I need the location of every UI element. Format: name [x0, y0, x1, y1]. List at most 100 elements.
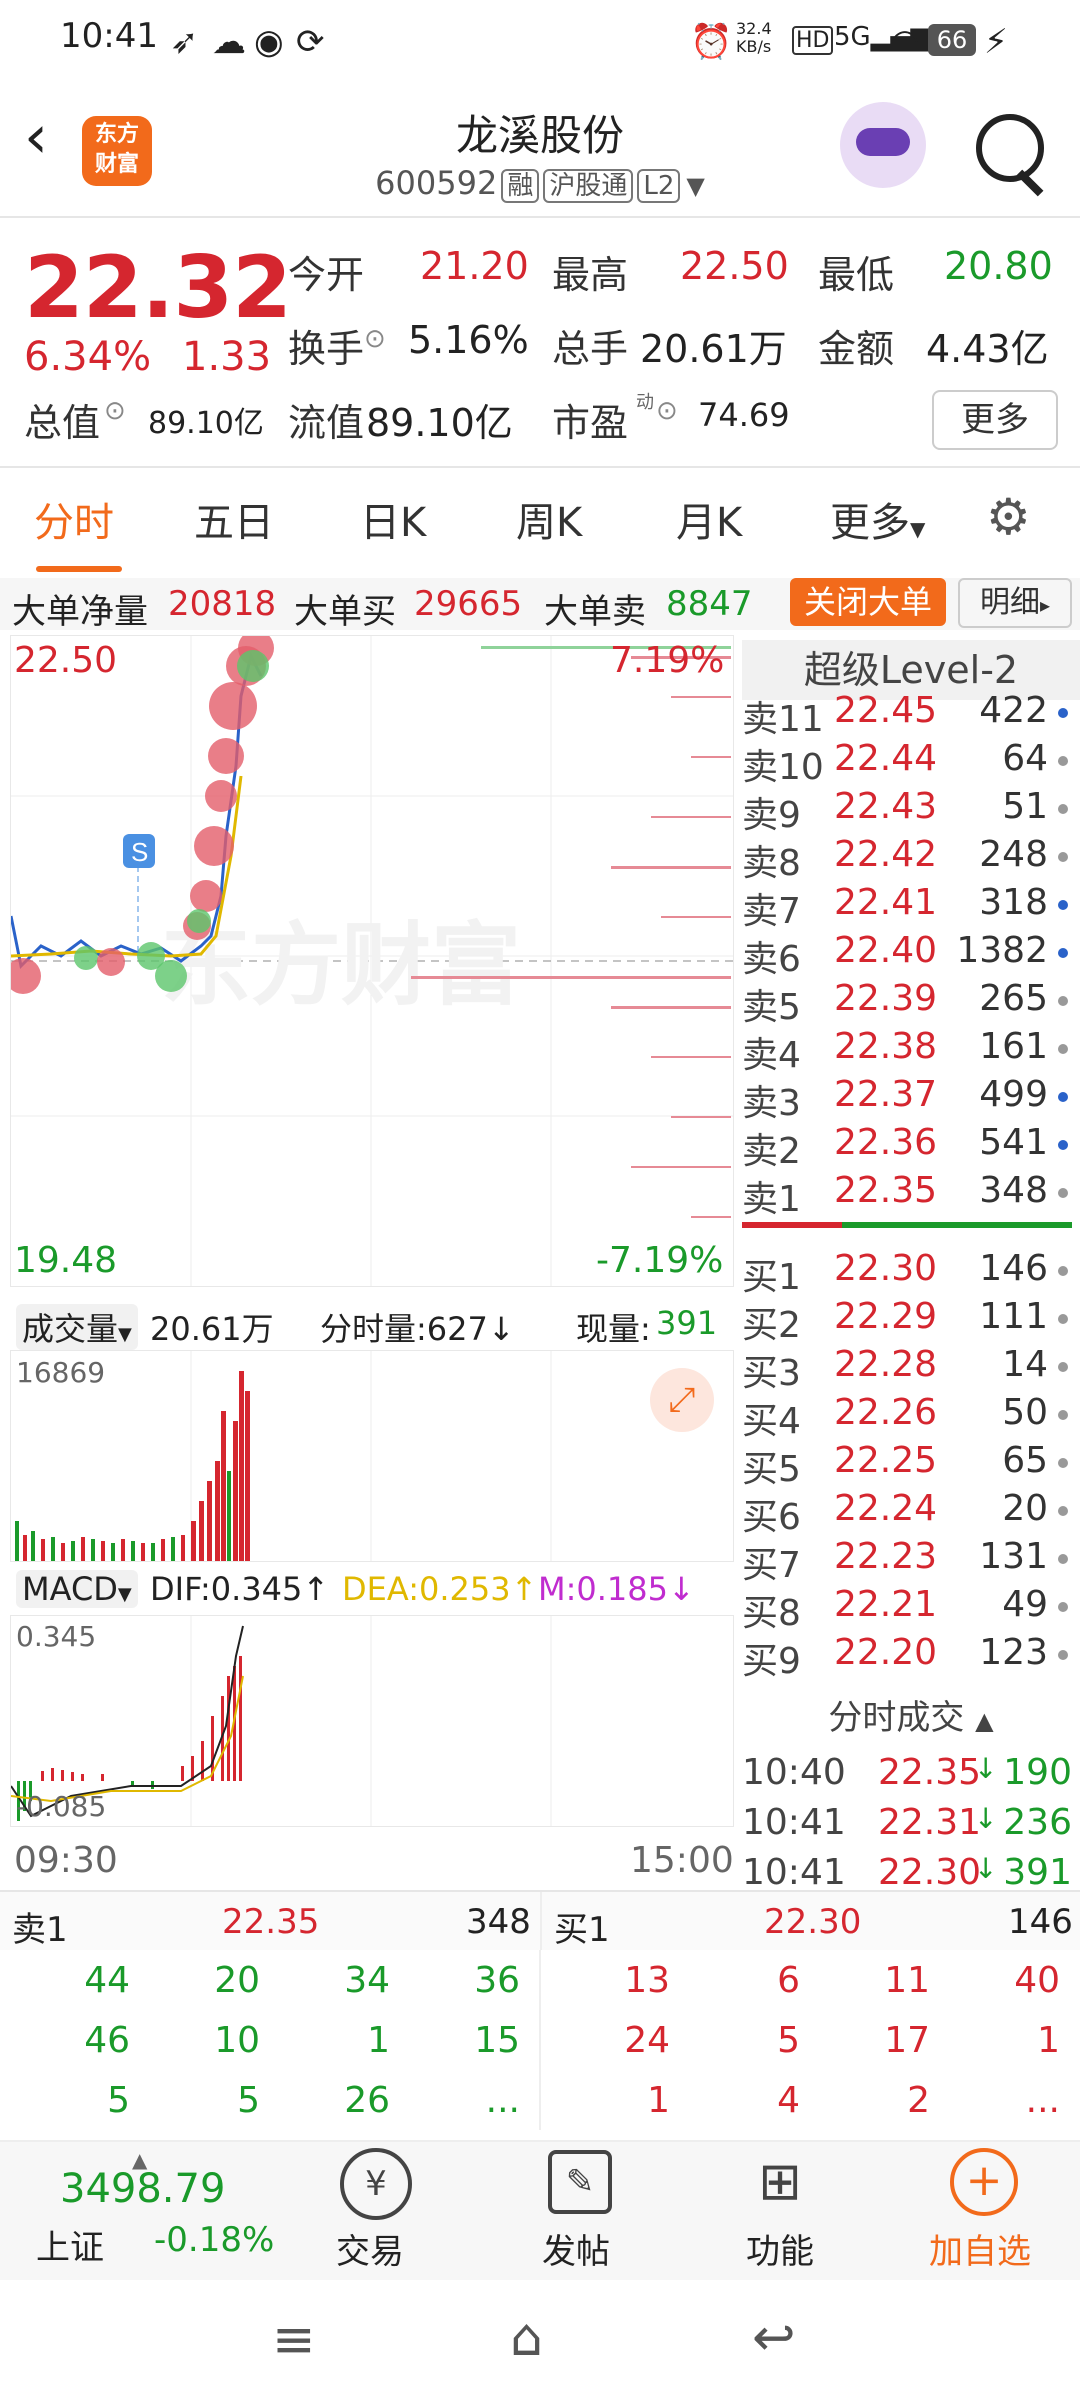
volume-selector[interactable]: 成交量▼ [16, 1304, 138, 1350]
sell-row[interactable]: 卖1 22.35 348 [742, 1170, 1072, 1220]
tick-price: 22.31 [878, 1802, 982, 1843]
volume-chart-svg [15, 1351, 552, 1561]
refresh-notification-icon: ⟳ [296, 22, 325, 62]
clock: 10:41 [60, 16, 158, 56]
trade-icon[interactable]: ¥ [340, 2148, 412, 2220]
post-label[interactable]: 发帖 [506, 2224, 646, 2273]
sell-row[interactable]: 卖2 22.36 541 [742, 1122, 1072, 1172]
chart-top-price: 22.50 [14, 640, 118, 681]
buy-row[interactable]: 买7 22.23 131 [742, 1536, 1072, 1586]
big-sell-value: 8847 [666, 584, 753, 624]
index-name[interactable]: 上证 [36, 2220, 104, 2269]
sell-row[interactable]: 卖10 22.44 64 [742, 738, 1072, 788]
buy-queue-cell: 2 [907, 2080, 930, 2121]
buy-row[interactable]: 买3 22.28 14 [742, 1344, 1072, 1394]
buy-price: 22.30 [834, 1248, 938, 1289]
l2-tag: L2 [637, 169, 681, 203]
sell-qty: 265 [979, 978, 1048, 1019]
volume-chart[interactable] [10, 1350, 734, 1562]
sell-queue-cell: 34 [344, 1960, 390, 2001]
index-value[interactable]: 3498.79 [60, 2166, 225, 2212]
sell-qty: 1382 [956, 930, 1048, 971]
close-big-order-button[interactable]: 关闭大单 [790, 578, 946, 626]
caret-down-icon: ▼ [910, 517, 926, 541]
low-label: 最低 [818, 253, 895, 297]
amount-label: 金额 [818, 327, 895, 371]
add-watchlist-label[interactable]: 加自选 [910, 2224, 1050, 2273]
back-icon[interactable]: ↩ [752, 2308, 796, 2368]
tab-weekly-k[interactable]: 周K [516, 490, 582, 548]
status-bar: 10:41 ➶ ☁ ◉ ⟳ ⏰ 32.4 KB/s HD 5G▂▄▆ ◠ 66 … [0, 0, 1080, 80]
pe-superscript: 动 [636, 392, 654, 413]
buy-queue-cell: 11 [884, 1960, 930, 2001]
intraday-chart[interactable]: 东方财富 S [5, 630, 734, 1287]
current-price: 22.32 [24, 238, 292, 338]
order-dot [1058, 804, 1068, 814]
sell-row[interactable]: 卖5 22.39 265 [742, 978, 1072, 1028]
buy-row[interactable]: 买9 22.20 123 [742, 1632, 1072, 1682]
buy-qty: 50 [1002, 1392, 1048, 1433]
caret-down-icon: ▼ [118, 1324, 132, 1345]
buy-row[interactable]: 买4 22.26 50 [742, 1392, 1072, 1442]
buy-level-name: 买5 [742, 1449, 801, 1490]
index-change[interactable]: -0.18% [154, 2220, 274, 2260]
tick-arrow: ↓ [974, 1752, 998, 1785]
sell-level-name: 卖8 [742, 843, 801, 884]
menu-icon[interactable]: ≡ [272, 2310, 316, 2370]
buy-level-name: 买7 [742, 1545, 801, 1586]
dropdown-caret-icon[interactable]: ▼ [686, 172, 704, 200]
buy-row[interactable]: 买8 22.21 49 [742, 1584, 1072, 1634]
buy-row[interactable]: 买5 22.25 65 [742, 1440, 1072, 1490]
tab-five-day[interactable]: 五日 [194, 490, 274, 548]
high-value: 22.50 [680, 244, 789, 288]
buy-qty: 14 [1002, 1344, 1048, 1385]
mktcap-info-icon[interactable]: ⊙ [104, 396, 126, 426]
tab-intraday[interactable]: 分时 [34, 490, 114, 548]
macd-chart[interactable] [10, 1615, 734, 1827]
buy-queue-qty: 146 [1008, 1902, 1073, 1942]
search-icon[interactable] [976, 114, 1044, 182]
tab-more[interactable]: 更多▼ [830, 490, 925, 548]
settings-gear-icon[interactable]: ⚙ [986, 488, 1031, 546]
ticks-header[interactable]: 分时成交 ▲ [742, 1690, 1080, 1746]
buy-row[interactable]: 买2 22.29 111 [742, 1296, 1072, 1346]
add-watchlist-icon[interactable]: + [950, 2148, 1018, 2216]
tab-daily-k[interactable]: 日K [360, 490, 426, 548]
tab-monthly-k[interactable]: 月K [676, 490, 742, 548]
home-icon[interactable]: ⌂ [510, 2308, 543, 2368]
alarm-icon: ⏰ [690, 22, 733, 62]
macd-selector[interactable]: MACD▼ [16, 1570, 138, 1608]
browser-notification-icon: ◉ [254, 22, 284, 62]
sell-row[interactable]: 卖3 22.37 499 [742, 1074, 1072, 1124]
buy-row[interactable]: 买1 22.30 146 [742, 1248, 1072, 1298]
sell-row[interactable]: 卖9 22.43 51 [742, 786, 1072, 836]
functions-icon[interactable]: ⊞ [748, 2150, 812, 2214]
low-value: 20.80 [944, 244, 1053, 288]
sell-row[interactable]: 卖6 22.40 1382 [742, 930, 1072, 980]
pe-info-icon[interactable]: ⊙ [656, 396, 678, 426]
sell-price: 22.44 [834, 738, 938, 779]
order-dot [1058, 1650, 1068, 1660]
pe-label: 市盈 [552, 401, 629, 445]
functions-label[interactable]: 功能 [710, 2224, 850, 2273]
trade-label[interactable]: 交易 [300, 2224, 440, 2273]
volume-header: 成交量▼ 20.61万 分时量:627↓ 现量: 391 [10, 1296, 732, 1350]
tab-underline [36, 566, 122, 572]
sell-row[interactable]: 卖8 22.42 248 [742, 834, 1072, 884]
expand-icon[interactable]: ⤢ [650, 1368, 714, 1432]
detail-button[interactable]: 明细▸ [958, 578, 1072, 628]
sell-queue-header: 卖1 22.35 348 [0, 1892, 540, 1950]
sell-queue-cell: 5 [237, 2080, 260, 2121]
buy-queue-cell: 24 [624, 2020, 670, 2061]
order-dot [1058, 1554, 1068, 1564]
sell-row[interactable]: 卖4 22.38 161 [742, 1026, 1072, 1076]
robot-avatar[interactable] [840, 102, 926, 188]
more-quote-button[interactable]: 更多 [932, 390, 1058, 450]
post-icon[interactable]: ✎ [548, 2150, 612, 2214]
tick-price: 22.30 [878, 1852, 982, 1893]
sell-row[interactable]: 卖7 22.41 318 [742, 882, 1072, 932]
sell-row[interactable]: 卖11 22.45 422 [742, 690, 1072, 740]
buy-row[interactable]: 买6 22.24 20 [742, 1488, 1072, 1538]
turnover-info-icon[interactable]: ⊙ [364, 324, 386, 354]
stock-code: 600592 [375, 164, 498, 202]
